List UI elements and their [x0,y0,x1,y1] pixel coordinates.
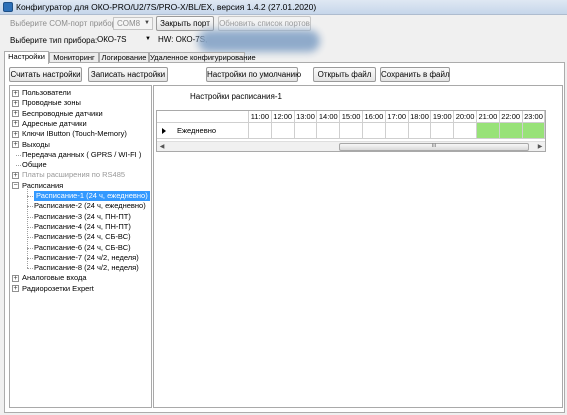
schedule-cell[interactable] [249,123,272,139]
device-type-select[interactable]: ОКО-7S ▼ [97,34,153,47]
hour-column-header: 13:00 [294,111,318,123]
tree-item[interactable]: Радиорозетки Expert [22,284,94,294]
tree-connector [27,268,33,270]
tab-settings[interactable]: Настройки [4,51,49,64]
tree-connector [16,165,21,167]
tree-item-schedule[interactable]: Расписание-5 (24 ч, СБ-ВС) [34,232,131,242]
tree-item[interactable]: Адресные датчики [22,119,87,129]
schedule-cell-active[interactable] [477,123,500,139]
default-settings-button[interactable]: Настройки по умолчанию [206,67,301,82]
horizontal-scrollbar[interactable]: ◀ ııı ▶ [157,141,545,151]
hour-column-header: 16:00 [363,111,386,123]
hour-column-header: 14:00 [317,111,341,123]
schedule-cell[interactable] [317,123,341,139]
schedule-cell[interactable] [454,123,477,139]
window-title: Конфигуратор для ОКО-PRO/U2/7S/PRO-X/BL/… [16,2,317,12]
device-type-value: ОКО-7S [97,35,127,44]
tree-item-schedule[interactable]: Расписание-1 (24 ч, ежедневно) [34,191,150,201]
grid-corner [157,111,249,123]
hour-column-header: 18:00 [408,111,432,123]
collapse-icon[interactable]: − [12,182,19,190]
scroll-thumb[interactable]: ııı [339,143,529,151]
scroll-right-icon[interactable]: ▶ [535,142,545,151]
schedule-cell[interactable] [271,123,295,139]
schedule-grid[interactable]: 11:00 12:00 13:00 14:00 15:00 16:00 17:00 18:00… [156,110,546,152]
app-icon [3,2,13,12]
schedule-cell[interactable] [431,123,455,139]
schedule-cell[interactable] [340,123,363,139]
hour-column-header: 20:00 [454,111,477,123]
open-file-button[interactable]: Открыть файл [313,67,376,82]
tree-item-schedule[interactable]: Расписание-3 (24 ч, ПН-ПТ) [34,212,131,222]
tree-item-schedule[interactable]: Расписание-8 (24 ч/2, неделя) [34,263,139,273]
hour-column-header: 23:00 [522,111,545,123]
expand-icon[interactable]: + [12,130,19,138]
tree-item[interactable]: Беспроводные датчики [22,109,103,119]
tree-item[interactable]: Общие [22,160,47,170]
schedule-cell[interactable] [294,123,318,139]
schedule-cell-active[interactable] [499,123,523,139]
tree-item[interactable]: Передача данных ( GPRS / WI-FI ) [22,150,141,160]
expand-icon[interactable]: + [12,274,19,282]
hour-column-header: 21:00 [477,111,500,123]
hour-column-header: 12:00 [271,111,295,123]
save-to-file-button[interactable]: Сохранить в файл [380,67,450,82]
schedule-cell[interactable] [408,123,432,139]
write-settings-button[interactable]: Записать настройки [88,67,168,82]
tree-connector [27,187,28,269]
chevron-down-icon: ▼ [144,20,150,26]
chevron-down-icon: ▼ [145,36,151,42]
expand-icon[interactable]: + [12,89,19,97]
app-window: Конфигуратор для ОКО-PRO/U2/7S/PRO-X/BL/… [0,0,567,415]
com-port-label: Выберите COM-порт прибора [10,19,121,28]
expand-icon[interactable]: + [12,110,19,118]
expand-icon[interactable]: + [12,99,19,107]
com-port-select[interactable]: COM8 ▼ [113,17,153,30]
tree-item[interactable]: Платы расширения по RS485 [22,170,125,180]
tree-item[interactable]: Ключи IButton (Touch-Memory) [22,129,127,139]
title-bar[interactable]: Конфигуратор для ОКО-PRO/U2/7S/PRO-X/BL/… [0,0,567,15]
tree-item[interactable]: Проводные зоны [22,98,81,108]
expand-icon[interactable]: + [12,141,19,148]
tree-item-schedule[interactable]: Расписание-6 (24 ч, СБ-ВС) [34,243,131,253]
tree-item-schedule[interactable]: Расписание-2 (24 ч, ежедневно) [34,201,146,211]
tree-item[interactable]: Пользователи [22,88,71,98]
device-type-label: Выберите тип прибора: [10,36,98,45]
tree-item[interactable]: Аналоговые входа [22,273,87,283]
row-selector-icon [162,128,166,134]
tree-item[interactable]: Расписания [22,181,63,191]
tree-item[interactable]: Выходы [22,140,50,150]
tree-item-schedule[interactable]: Расписание-4 (24 ч, ПН-ПТ) [34,222,131,232]
schedule-cell[interactable] [385,123,409,139]
schedule-cell[interactable] [363,123,386,139]
read-settings-button[interactable]: Считать настройки [9,67,82,82]
schedule-title: Настройки расписания-1 [190,92,282,101]
hour-column-header: 22:00 [499,111,523,123]
hour-column-header: 17:00 [385,111,409,123]
hour-column-header: 15:00 [340,111,363,123]
hour-column-header: 11:00 [249,111,272,123]
tree-item-schedule[interactable]: Расписание-7 (24 ч/2, неделя) [34,253,139,263]
row-label: Ежедневно [177,126,217,135]
com-port-value: COM8 [117,19,141,28]
settings-tree[interactable]: + Пользователи + Проводные зоны + Беспроводны… [9,85,152,408]
schedule-cell-active[interactable] [522,123,545,139]
row-header-daily[interactable]: Ежедневно [157,123,249,139]
close-port-button[interactable]: Закрыть порт [156,16,214,31]
tree-connector [16,154,21,156]
expand-icon[interactable]: + [12,120,19,128]
refresh-ports-button[interactable]: Обновить список портов [218,16,311,31]
redacted-area [198,30,320,52]
scroll-left-icon[interactable]: ◀ [157,142,167,151]
expand-icon[interactable]: + [12,171,19,179]
expand-icon[interactable]: + [12,285,19,293]
hour-column-header: 19:00 [431,111,455,123]
